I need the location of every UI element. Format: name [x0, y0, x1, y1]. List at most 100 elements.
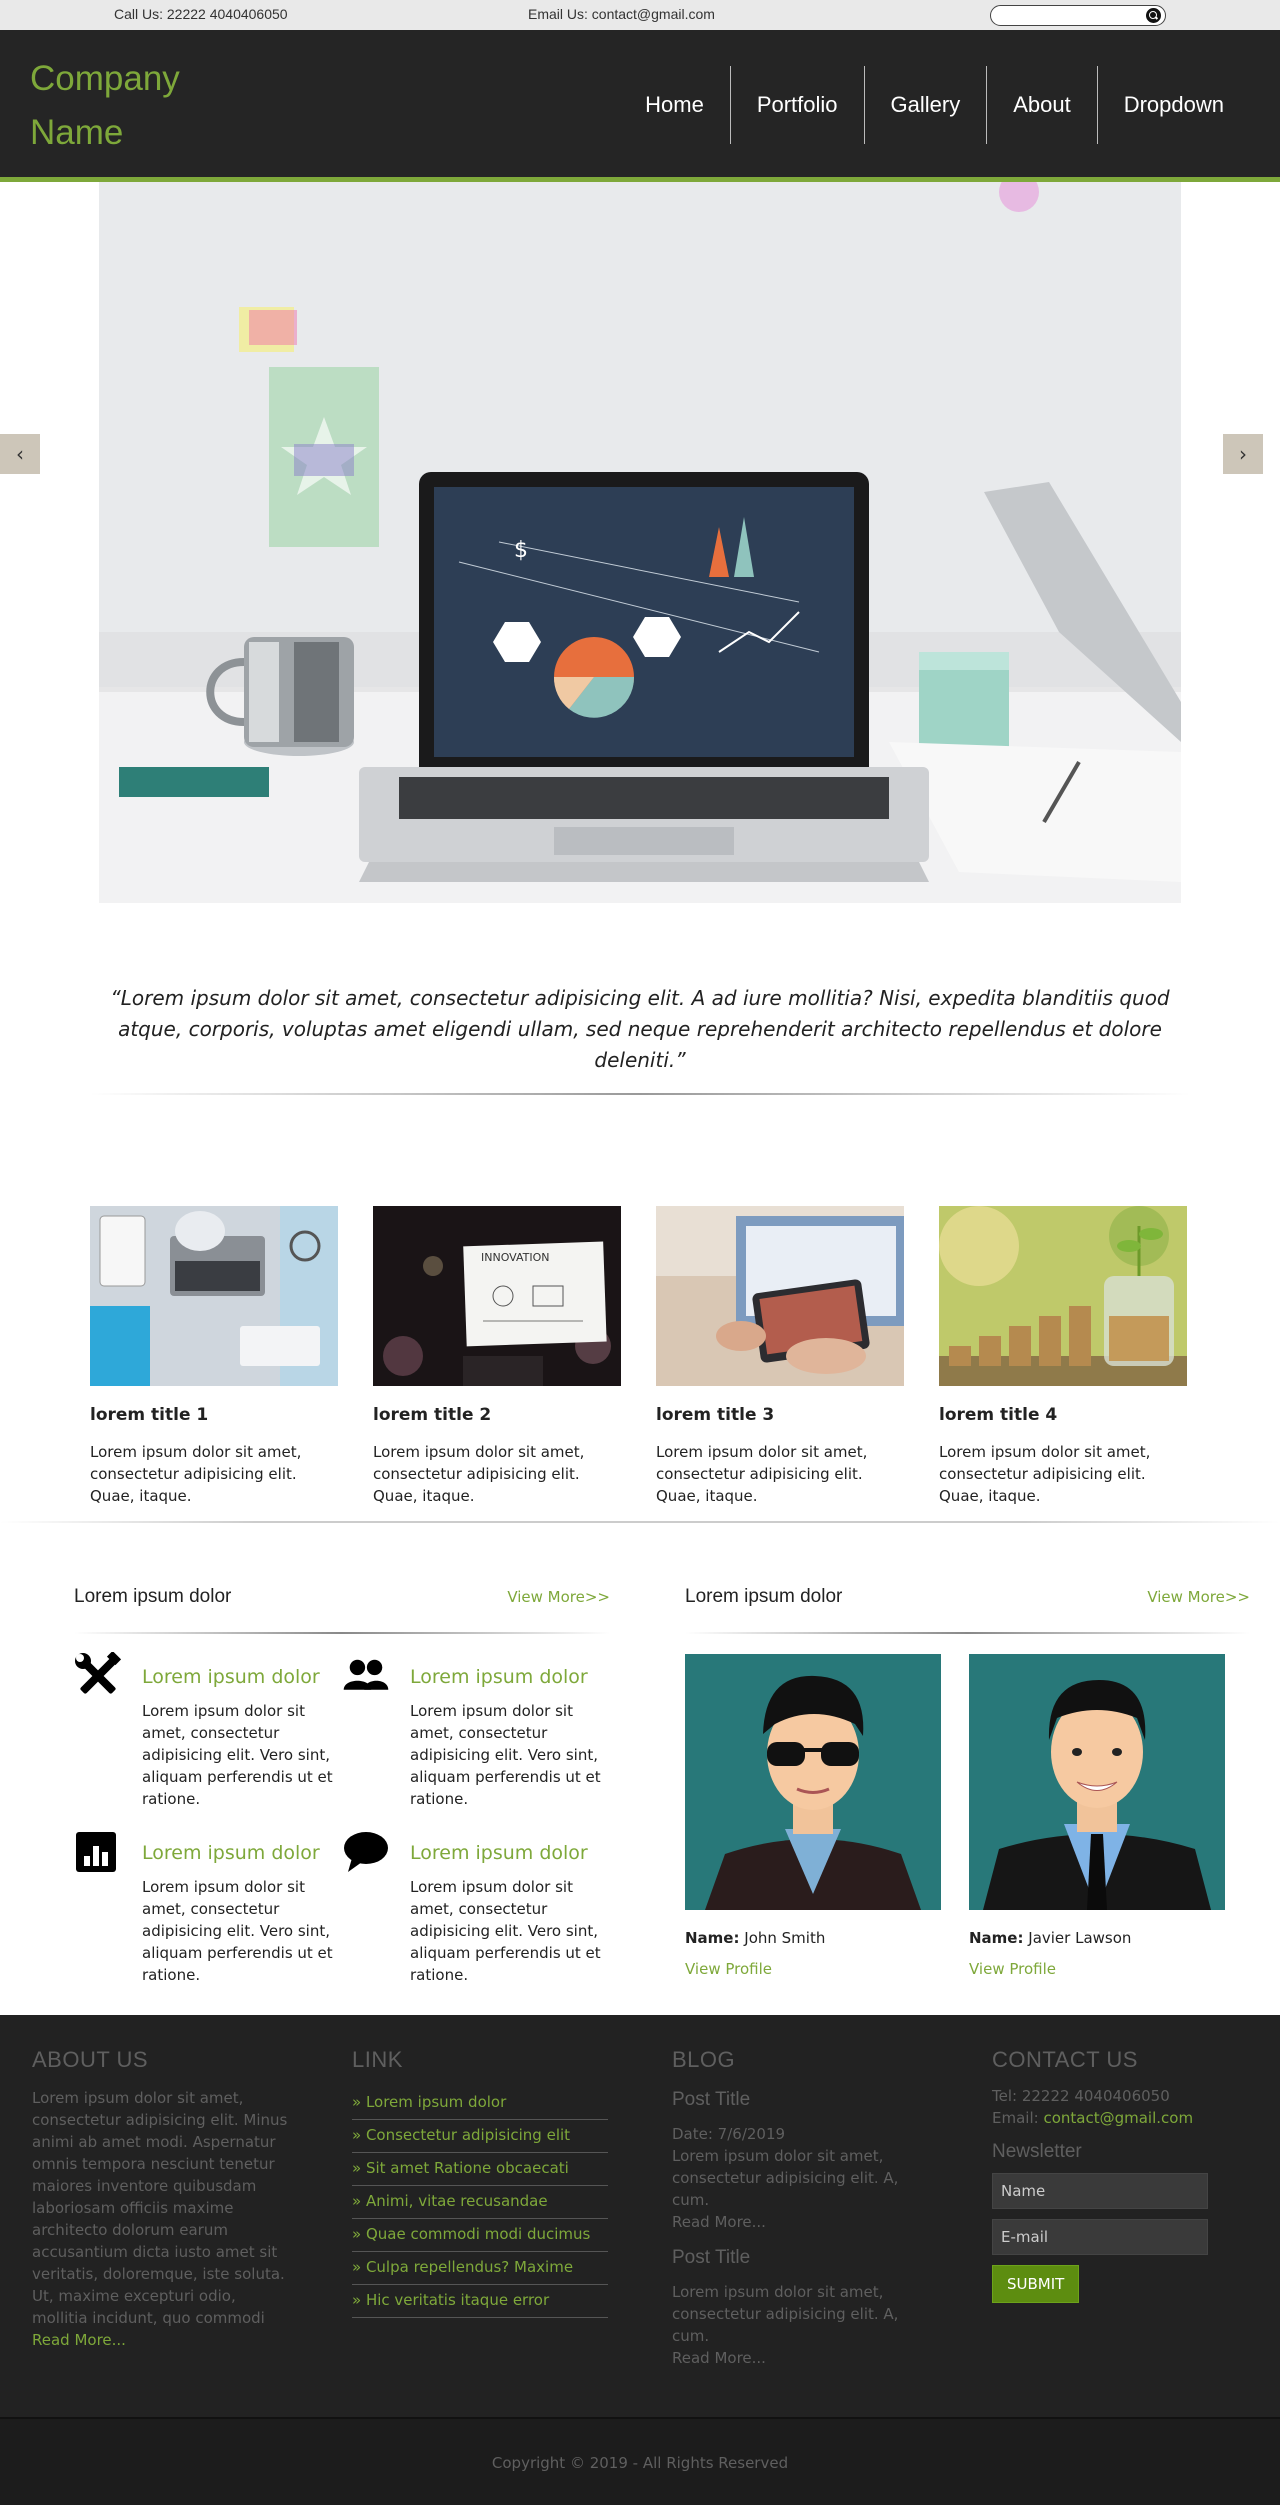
contact-email-row: Email: contact@gmail.com — [992, 2107, 1208, 2129]
feature-title[interactable]: Lorem ipsum dolor — [410, 1666, 610, 1688]
feature-item: Lorem ipsum dolor Lorem ipsum dolor sit … — [74, 1652, 342, 1810]
avatar — [969, 1654, 1225, 1910]
feature-text: Lorem ipsum dolor sit amet, consectetur … — [142, 1702, 333, 1808]
footer-link[interactable]: » Sit amet Ratione obcaecati — [352, 2153, 608, 2186]
features-section: Lorem ipsum dolor View More>> Lorem ipsu… — [74, 1586, 610, 1986]
name-label: Name: — [969, 1929, 1024, 1947]
feature-body: Lorem ipsum dolor Lorem ipsum dolor sit … — [142, 1828, 342, 1986]
feature-title[interactable]: Lorem ipsum dolor — [142, 1842, 342, 1864]
post-excerpt: Lorem ipsum dolor sit amet, consectetur … — [672, 2147, 899, 2209]
card-title: lorem title 3 — [656, 1405, 775, 1425]
divider — [90, 1093, 1190, 1095]
divider — [685, 1632, 1250, 1634]
footer-heading: CONTACT US — [992, 2047, 1138, 2072]
about-body: Lorem ipsum dolor sit amet, consectetur … — [32, 2089, 288, 2327]
newsletter-heading: Newsletter — [992, 2141, 1082, 2162]
search-box — [990, 5, 1166, 26]
feature-cards: lorem title 1 Lorem ipsum dolor sit amet… — [90, 1206, 1190, 1507]
footer-about: ABOUT US Lorem ipsum dolor sit amet, con… — [32, 2047, 292, 2351]
team-member: Name: Javier Lawson View Profile — [969, 1654, 1225, 1978]
footer-heading: LINK — [352, 2047, 403, 2072]
email-us-text: Email Us: contact@gmail.com — [528, 6, 715, 22]
card: lorem title 3 Lorem ipsum dolor sit amet… — [656, 1206, 904, 1507]
card-image-innovation[interactable]: INNOVATION — [373, 1206, 621, 1386]
read-more-link[interactable]: Read More... — [672, 2211, 912, 2233]
team-section: Lorem ipsum dolor View More>> Name: John… — [685, 1586, 1250, 1978]
about-text: Lorem ipsum dolor sit amet, consectetur … — [32, 2087, 292, 2351]
hero-slider: $ ‹ › — [0, 182, 1280, 908]
section-header: Lorem ipsum dolor View More>> — [685, 1586, 1250, 1608]
post-title[interactable]: Post Title — [672, 2089, 912, 2111]
view-more-link[interactable]: View More>> — [1147, 1588, 1250, 1606]
card: lorem title 4 Lorem ipsum dolor sit amet… — [939, 1206, 1187, 1507]
view-more-link[interactable]: View More>> — [507, 1588, 610, 1606]
search-input[interactable] — [1001, 6, 1141, 25]
card: lorem title 1 Lorem ipsum dolor sit amet… — [90, 1206, 338, 1507]
slider-next-button[interactable]: › — [1223, 434, 1263, 474]
read-more-link[interactable]: Read More... — [672, 2347, 912, 2369]
divider — [74, 1632, 610, 1634]
feature-item: Lorem ipsum dolor Lorem ipsum dolor sit … — [342, 1828, 610, 1986]
member-name: Javier Lawson — [1028, 1929, 1132, 1947]
feature-item: Lorem ipsum dolor Lorem ipsum dolor sit … — [74, 1828, 342, 1986]
testimonial-quote: “Lorem ipsum dolor sit amet, consectetur… — [110, 986, 1170, 1072]
nav-about[interactable]: About — [986, 66, 1097, 144]
card-title: lorem title 1 — [90, 1405, 209, 1425]
chat-bubble-icon — [344, 1832, 388, 1872]
tools-icon — [75, 1652, 122, 1694]
footer-link[interactable]: » Consectetur adipisicing elit — [352, 2120, 608, 2153]
footer-link[interactable]: » Quae commodi modi ducimus — [352, 2219, 608, 2252]
footer-link[interactable]: » Culpa repellendus? Maxime — [352, 2252, 608, 2285]
footer-link[interactable]: » Hic veritatis itaque error — [352, 2285, 608, 2318]
feature-grid: Lorem ipsum dolor Lorem ipsum dolor sit … — [74, 1652, 610, 1986]
search-icon[interactable] — [1146, 8, 1161, 23]
card-image-coins-growth[interactable] — [939, 1206, 1187, 1386]
newsletter-name-field[interactable] — [992, 2173, 1208, 2209]
nav-dropdown[interactable]: Dropdown — [1096, 66, 1250, 144]
section-title: Lorem ipsum dolor — [74, 1586, 232, 1607]
view-profile-link[interactable]: View Profile — [685, 1960, 941, 1978]
bar-chart-icon — [76, 1832, 116, 1872]
svg-text:INNOVATION: INNOVATION — [481, 1251, 550, 1264]
nav-home[interactable]: Home — [619, 66, 730, 144]
site-header: Company Name Home Portfolio Gallery Abou… — [0, 30, 1280, 182]
footer-heading: ABOUT US — [32, 2047, 149, 2072]
contact-tel: Tel: 22222 4040406050 — [992, 2087, 1170, 2105]
footer-link[interactable]: » Animi, vitae recusandae — [352, 2186, 608, 2219]
company-logo[interactable]: Company Name — [30, 52, 230, 160]
submit-button[interactable]: SUBMIT — [992, 2265, 1080, 2303]
top-bar: Call Us: 22222 4040406050 Email Us: cont… — [0, 0, 1280, 30]
copyright-bar: Copyright © 2019 - All Rights Reserved — [0, 2417, 1280, 2505]
nav-portfolio[interactable]: Portfolio — [729, 66, 864, 144]
nav-gallery[interactable]: Gallery — [863, 66, 987, 144]
newsletter-email-field[interactable] — [992, 2219, 1208, 2255]
card-title: lorem title 2 — [373, 1405, 492, 1425]
read-more-link[interactable]: Read More... — [32, 2331, 126, 2349]
member-name: John Smith — [744, 1929, 826, 1947]
team-members: Name: John Smith View Profile Name: Javi… — [685, 1654, 1250, 1978]
feature-title[interactable]: Lorem ipsum dolor — [142, 1666, 342, 1688]
footer-blog: BLOG Post Title Date: 7/6/2019 Lorem ips… — [672, 2047, 912, 2369]
footer-heading: BLOG — [672, 2047, 736, 2072]
team-member: Name: John Smith View Profile — [685, 1654, 941, 1978]
email-label: Email: — [992, 2109, 1044, 2127]
post-title[interactable]: Post Title — [672, 2247, 912, 2269]
section-title: Lorem ipsum dolor — [685, 1586, 843, 1607]
feature-text: Lorem ipsum dolor sit amet, consectetur … — [410, 1702, 601, 1808]
card-text: Lorem ipsum dolor sit amet, consectetur … — [373, 1443, 585, 1505]
feature-body: Lorem ipsum dolor Lorem ipsum dolor sit … — [142, 1652, 342, 1810]
feature-body: Lorem ipsum dolor Lorem ipsum dolor sit … — [410, 1828, 610, 1986]
slider-prev-button[interactable]: ‹ — [0, 434, 40, 474]
call-us-text: Call Us: 22222 4040406050 — [114, 6, 288, 22]
name-label: Name: — [685, 1929, 740, 1947]
feature-title[interactable]: Lorem ipsum dolor — [410, 1842, 610, 1864]
divider — [0, 1521, 1280, 1523]
post-date: Date: 7/6/2019 — [672, 2125, 786, 2143]
footer-link[interactable]: » Lorem ipsum dolor — [352, 2087, 608, 2120]
card-image-tablet[interactable] — [656, 1206, 904, 1386]
card-image-workspace[interactable] — [90, 1206, 338, 1386]
member-name-row: Name: John Smith — [685, 1929, 941, 1947]
contact-email-link[interactable]: contact@gmail.com — [1043, 2109, 1193, 2127]
feature-item: Lorem ipsum dolor Lorem ipsum dolor sit … — [342, 1652, 610, 1810]
view-profile-link[interactable]: View Profile — [969, 1960, 1225, 1978]
